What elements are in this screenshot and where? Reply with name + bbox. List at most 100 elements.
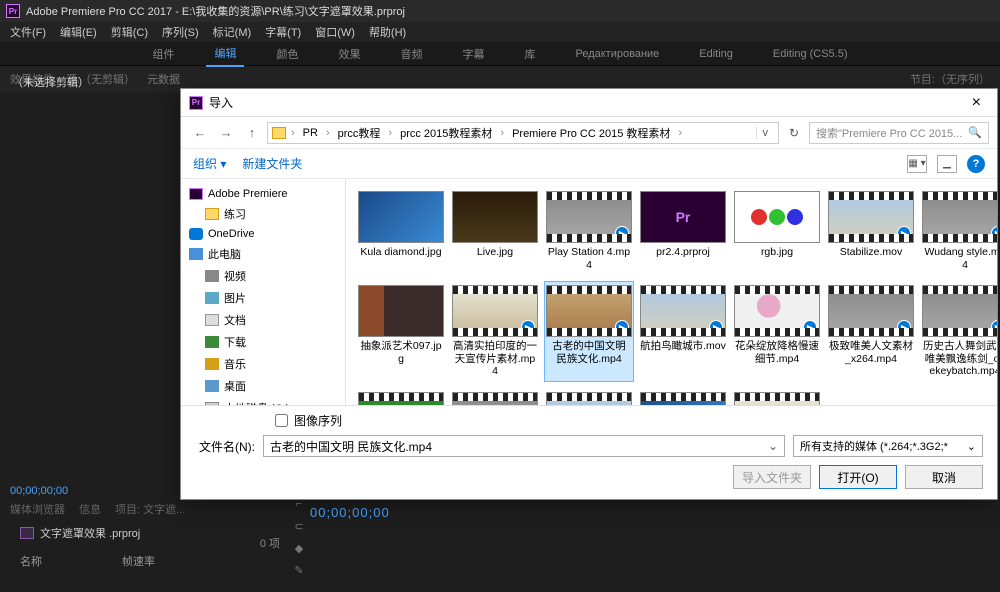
program-panel-label: 节目:（无序列）: [910, 71, 990, 87]
new-folder-button[interactable]: 新建文件夹: [242, 155, 302, 172]
workspace-tab[interactable]: 库: [516, 42, 543, 66]
file-item[interactable]: ▶: [732, 388, 822, 405]
file-item[interactable]: ▶: [450, 388, 540, 405]
view-mode-button[interactable]: ▦ ▾: [907, 155, 927, 173]
workspace-tab[interactable]: Editing (CS5.5): [765, 44, 856, 64]
import-folder-button[interactable]: 导入文件夹: [733, 465, 811, 489]
project-item[interactable]: 文字遮罩效果 .prproj: [20, 525, 140, 541]
tree-item[interactable]: 桌面: [185, 375, 341, 397]
video-badge-icon: ▶: [803, 320, 817, 334]
tree-item-label: 练习: [224, 206, 246, 222]
image-sequence-checkbox[interactable]: [275, 414, 288, 427]
workspace-tab[interactable]: Редактирование: [567, 44, 667, 64]
tree-item[interactable]: OneDrive: [185, 225, 341, 243]
breadcrumb-segment[interactable]: PR: [300, 127, 321, 139]
column-header[interactable]: 帧速率: [122, 553, 155, 569]
workspace-tab[interactable]: 组件: [144, 42, 182, 66]
marker-icon[interactable]: ◆: [290, 542, 308, 560]
snap-icon[interactable]: ⌐: [290, 498, 308, 516]
workspace-tab[interactable]: 音频: [392, 42, 430, 66]
workspace-tab[interactable]: Editing: [691, 44, 741, 64]
nav-forward-button[interactable]: →: [215, 122, 237, 144]
nav-back-button[interactable]: ←: [189, 122, 211, 144]
link-icon[interactable]: ⊂: [290, 520, 308, 538]
panel-tab[interactable]: 媒体浏览器: [10, 501, 65, 517]
tree-item[interactable]: 文档: [185, 309, 341, 331]
tree-item[interactable]: 音乐: [185, 353, 341, 375]
breadcrumb-segment[interactable]: prcc 2015教程素材: [397, 125, 495, 141]
file-item[interactable]: ▶: [638, 388, 728, 405]
workspace-tab[interactable]: 效果: [330, 42, 368, 66]
menu-item[interactable]: 字幕(T): [259, 22, 307, 42]
folder-icon: [272, 127, 286, 139]
file-item[interactable]: ▶Play Station 4.mp4: [544, 187, 634, 275]
tree-item[interactable]: 此电脑: [185, 243, 341, 265]
help-button[interactable]: ?: [967, 155, 985, 173]
file-item[interactable]: ▶古老的中国文明 民族文化.mp4: [544, 281, 634, 382]
menu-item[interactable]: 文件(F): [4, 22, 52, 42]
file-item[interactable]: ▶航拍鸟瞰城市.mov: [638, 281, 728, 382]
tree-item-label: 文档: [224, 312, 246, 328]
file-item[interactable]: ▶高清实拍印度的一天宣传片素材.mp4: [450, 281, 540, 382]
file-item[interactable]: rgb.jpg: [732, 187, 822, 275]
tree-item[interactable]: 本地磁盘 (C:): [185, 397, 341, 405]
tree-item[interactable]: Adobe Premiere: [185, 185, 341, 203]
file-thumbnail: [358, 285, 444, 337]
wrench-icon[interactable]: ✎: [290, 564, 308, 582]
menu-item[interactable]: 编辑(E): [54, 22, 103, 42]
workspace-tab[interactable]: 字幕: [454, 42, 492, 66]
tree-item[interactable]: 练习: [185, 203, 341, 225]
menu-item[interactable]: 剪辑(C): [105, 22, 154, 42]
dialog-titlebar: Pr 导入 ×: [181, 89, 997, 117]
organize-button[interactable]: 组织 ▾: [193, 155, 226, 172]
file-filter-select[interactable]: 所有支持的媒体 (*.264;*.3G2;* ⌄: [793, 435, 983, 457]
menu-item[interactable]: 标记(M): [207, 22, 258, 42]
tree-item[interactable]: 视频: [185, 265, 341, 287]
bottom-panels: 00;00;00;00 媒体浏览器信息项目: 文字遮... 文字遮罩效果 .pr…: [0, 485, 1000, 592]
menu-item[interactable]: 窗口(W): [309, 22, 361, 42]
file-item[interactable]: ▶历史古人舞剑武术唯美飘逸练剑_onekeybatch.mp4: [920, 281, 997, 382]
filename-dropdown-icon[interactable]: ⌄: [768, 439, 778, 453]
file-thumbnail: ▶: [734, 285, 820, 337]
file-item[interactable]: ▶极致唯美人文素材_x264.mp4: [826, 281, 916, 382]
panel-tab[interactable]: 项目: 文字遮...: [115, 501, 185, 517]
file-list-area[interactable]: Kula diamond.jpgLive.jpg▶Play Station 4.…: [346, 179, 997, 405]
close-button[interactable]: ×: [964, 94, 989, 112]
tree-item-icon: [189, 228, 203, 240]
search-input[interactable]: 搜索"Premiere Pro CC 2015... 🔍: [809, 122, 989, 144]
breadcrumb-dropdown-icon[interactable]: v: [756, 127, 775, 139]
timeline-timecode[interactable]: 00;00;00;00: [310, 505, 390, 520]
workspace-tab[interactable]: 颜色: [268, 42, 306, 66]
file-item[interactable]: ▶: [356, 388, 446, 405]
nav-up-button[interactable]: ↑: [241, 122, 263, 144]
file-item[interactable]: ▶: [544, 388, 634, 405]
window-title: Adobe Premiere Pro CC 2017 - E:\我收集的资源\P…: [26, 3, 405, 19]
file-thumbnail: [734, 191, 820, 243]
file-item[interactable]: ▶花朵绽放降格慢速细节.mp4: [732, 281, 822, 382]
file-item[interactable]: 抽象派艺术097.jpg: [356, 281, 446, 382]
dialog-nav-bar: ← → ↑ ›PR›prcc教程›prcc 2015教程素材›Premiere …: [181, 117, 997, 149]
project-item-count: 0 项: [260, 535, 280, 551]
file-item[interactable]: ▶Stabilize.mov: [826, 187, 916, 275]
menu-item[interactable]: 帮助(H): [363, 22, 412, 42]
preview-pane-button[interactable]: ▁: [937, 155, 957, 173]
menu-item[interactable]: 序列(S): [156, 22, 205, 42]
folder-tree: Adobe Premiere 练习 OneDrive此电脑视频图片文档下载音乐桌面本…: [181, 179, 346, 405]
file-item[interactable]: Live.jpg: [450, 187, 540, 275]
column-header[interactable]: 名称: [20, 553, 42, 569]
tree-item[interactable]: 下载: [185, 331, 341, 353]
breadcrumb-segment[interactable]: Premiere Pro CC 2015 教程素材: [509, 125, 673, 141]
breadcrumb-segment[interactable]: prcc教程: [335, 125, 384, 141]
cancel-button[interactable]: 取消: [905, 465, 983, 489]
panel-tab[interactable]: 信息: [79, 501, 101, 517]
tree-item[interactable]: 图片: [185, 287, 341, 309]
filename-input[interactable]: 古老的中国文明 民族文化.mp4 ⌄: [263, 435, 785, 457]
file-item[interactable]: Prpr2.4.prproj: [638, 187, 728, 275]
open-button[interactable]: 打开(O): [819, 465, 897, 489]
tree-item-label: 视频: [224, 268, 246, 284]
refresh-button[interactable]: ↻: [783, 122, 805, 144]
breadcrumb[interactable]: ›PR›prcc教程›prcc 2015教程素材›Premiere Pro CC…: [267, 122, 779, 144]
workspace-tab[interactable]: 编辑: [206, 41, 244, 67]
file-item[interactable]: Kula diamond.jpg: [356, 187, 446, 275]
file-item[interactable]: ▶Wudang style.mp4: [920, 187, 997, 275]
